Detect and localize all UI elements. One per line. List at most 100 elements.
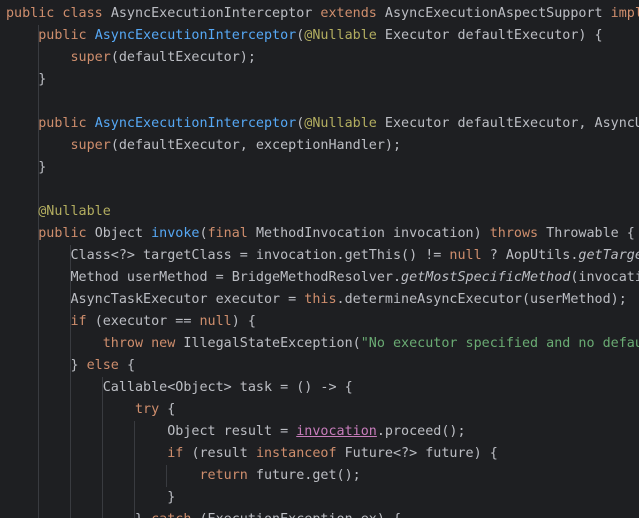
code-line[interactable]: Class<?> targetClass = invocation.getThi… bbox=[6, 245, 639, 267]
code-line[interactable]: throw new IllegalStateException("No exec… bbox=[6, 333, 639, 355]
parameter-token: invocation bbox=[296, 424, 377, 439]
code-token: } bbox=[6, 72, 47, 87]
keyword-token: catch bbox=[151, 512, 199, 518]
code-line[interactable]: public AsyncExecutionInterceptor(@Nullab… bbox=[6, 25, 639, 47]
keyword-token: null bbox=[199, 314, 232, 329]
code-token: Callable<Object> task = () -> { bbox=[6, 380, 353, 395]
code-token: Throwable { bbox=[546, 226, 635, 241]
code-token: (defaultExecutor, exceptionHandler); bbox=[110, 138, 402, 153]
code-line[interactable]: super(defaultExecutor); bbox=[6, 47, 639, 69]
code-token: Executor defaultExecutor, AsyncUncaughtE… bbox=[384, 116, 639, 131]
keyword-token: null bbox=[449, 248, 490, 263]
declaration-token: AsyncExecutionInterceptor bbox=[94, 28, 297, 43]
code-token: Method userMethod = BridgeMethodResolver… bbox=[6, 270, 402, 285]
method-call-token: getMostSpecificMethod bbox=[401, 270, 571, 285]
keyword-token: public bbox=[38, 28, 95, 43]
code-line[interactable]: } catch (ExecutionException ex) { bbox=[6, 509, 639, 518]
annotation-token: @Nullable bbox=[304, 116, 385, 131]
keyword-token: throw new bbox=[102, 336, 184, 351]
code-line[interactable]: try { bbox=[6, 399, 639, 421]
method-call-token: getTargetClass bbox=[578, 248, 639, 263]
annotation-token: @Nullable bbox=[304, 28, 385, 43]
code-token: future.get(); bbox=[255, 468, 361, 483]
code-line[interactable]: if (executor == null) { bbox=[6, 311, 639, 333]
declaration-token: invoke bbox=[151, 226, 200, 241]
code-editor[interactable]: public class AsyncExecutionInterceptor e… bbox=[0, 0, 639, 518]
code-token: } bbox=[6, 358, 87, 373]
code-token: AsyncTaskExecutor executor = bbox=[6, 292, 305, 307]
keyword-token: this bbox=[304, 292, 337, 307]
keyword-token: public bbox=[38, 226, 95, 241]
code-token: AsyncExecutionInterceptor bbox=[110, 6, 321, 21]
code-line[interactable] bbox=[6, 179, 639, 201]
code-token: (defaultExecutor); bbox=[110, 50, 256, 65]
keyword-token: public class bbox=[6, 6, 111, 21]
code-line[interactable]: public class AsyncExecutionInterceptor e… bbox=[6, 3, 639, 25]
code-line[interactable]: Object result = invocation.proceed(); bbox=[6, 421, 639, 443]
code-token: Object result = bbox=[6, 424, 297, 439]
annotation-token: @Nullable bbox=[38, 204, 111, 219]
code-line[interactable]: @Nullable bbox=[6, 201, 639, 223]
code-text[interactable]: public class AsyncExecutionInterceptor e… bbox=[6, 3, 639, 518]
code-token: } bbox=[6, 490, 176, 505]
keyword-token: if bbox=[70, 314, 95, 329]
code-token: { bbox=[126, 358, 135, 373]
code-token: ? AopUtils. bbox=[489, 248, 579, 263]
code-token: Executor defaultExecutor) { bbox=[384, 28, 603, 43]
code-token: Object bbox=[94, 226, 152, 241]
code-token: Class<?> targetClass = invocation.getThi… bbox=[6, 248, 450, 263]
code-line[interactable]: super(defaultExecutor, exceptionHandler)… bbox=[6, 135, 639, 157]
keyword-token: if bbox=[167, 446, 192, 461]
string-token: "No executor specified and no default ex… bbox=[360, 336, 639, 351]
keyword-token: return bbox=[199, 468, 256, 483]
keyword-token: instanceof bbox=[255, 446, 345, 461]
keyword-token: final bbox=[207, 226, 256, 241]
code-token: .proceed(); bbox=[376, 424, 466, 439]
code-line[interactable] bbox=[6, 91, 639, 113]
code-token: (ExecutionException ex) { bbox=[200, 512, 402, 518]
code-token: (executor == bbox=[94, 314, 200, 329]
keyword-token: super bbox=[70, 50, 111, 65]
code-line[interactable]: if (result instanceof Future<?> future) … bbox=[6, 443, 639, 465]
keyword-token: try bbox=[135, 402, 168, 417]
keyword-token: else bbox=[86, 358, 127, 373]
code-token: ) { bbox=[231, 314, 256, 329]
code-line[interactable]: } bbox=[6, 487, 639, 509]
code-line[interactable]: } bbox=[6, 157, 639, 179]
code-line[interactable]: public Object invoke(final MethodInvocat… bbox=[6, 223, 639, 245]
code-token: } bbox=[6, 160, 47, 175]
code-line[interactable]: AsyncTaskExecutor executor = this.determ… bbox=[6, 289, 639, 311]
keyword-token: throws bbox=[489, 226, 547, 241]
keyword-token: extends bbox=[320, 6, 385, 21]
declaration-token: AsyncExecutionInterceptor bbox=[94, 116, 297, 131]
code-line[interactable]: Callable<Object> task = () -> { bbox=[6, 377, 639, 399]
code-line[interactable]: } else { bbox=[6, 355, 639, 377]
code-line[interactable]: Method userMethod = BridgeMethodResolver… bbox=[6, 267, 639, 289]
code-token: (invocation.getMethod(), targetClass); bbox=[570, 270, 639, 285]
keyword-token: super bbox=[70, 138, 111, 153]
code-token: .determineAsyncExecutor(userMethod); bbox=[336, 292, 627, 307]
code-line[interactable]: } bbox=[6, 69, 639, 91]
code-token: Future<?> future) { bbox=[344, 446, 498, 461]
code-line[interactable]: public AsyncExecutionInterceptor(@Nullab… bbox=[6, 113, 639, 135]
keyword-token: implements bbox=[610, 6, 639, 21]
code-line[interactable]: return future.get(); bbox=[6, 465, 639, 487]
code-token: { bbox=[167, 402, 176, 417]
code-token: MethodInvocation invocation) bbox=[255, 226, 490, 241]
code-token: IllegalStateException( bbox=[183, 336, 361, 351]
keyword-token: public bbox=[38, 116, 95, 131]
code-token: } bbox=[6, 512, 151, 518]
code-token: AsyncExecutionAspectSupport bbox=[384, 6, 611, 21]
code-token: ( bbox=[199, 226, 208, 241]
